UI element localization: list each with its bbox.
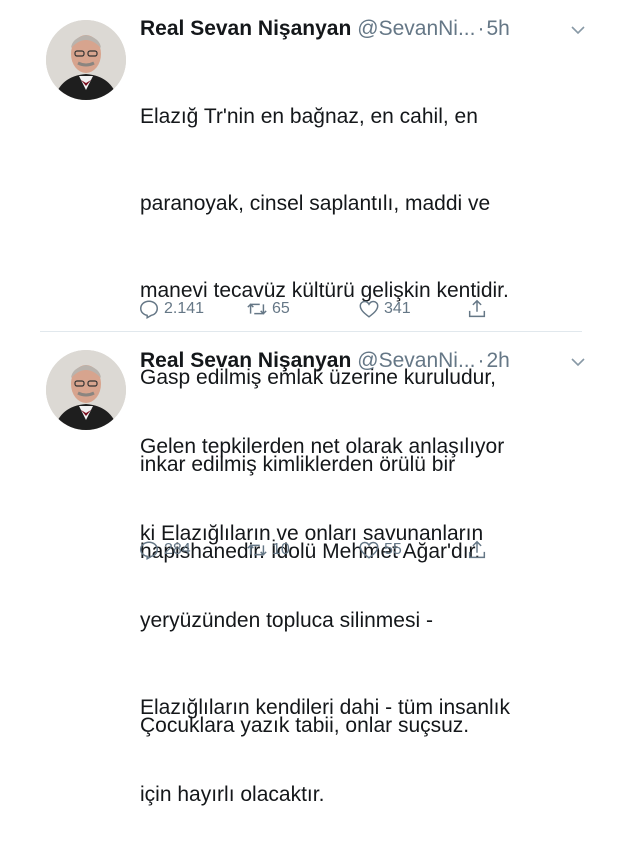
tweet-text-line: paranoyak, cinsel saplantılı, maddi ve xyxy=(140,192,491,215)
reply-button[interactable]: 2.141 xyxy=(138,297,204,321)
heart-icon xyxy=(359,541,379,559)
separator: · xyxy=(477,349,485,372)
tweet-text-line: Elazığlıların kendileri dahi - tüm insan… xyxy=(140,696,511,719)
tweet-actions: 284 10 55 xyxy=(138,538,558,562)
display-name[interactable]: Real Sevan Nişanyan xyxy=(140,17,351,40)
tweet[interactable]: Real Sevan Nişanyan @SevanNi...·5h Elazığ… xyxy=(0,0,618,737)
avatar[interactable] xyxy=(46,350,126,430)
tweet-actions: 2.141 65 341 xyxy=(138,297,558,321)
reply-button[interactable]: 284 xyxy=(138,538,191,562)
heart-icon xyxy=(359,300,379,318)
tweet-header: Real Sevan Nişanyan @SevanNi...·2h xyxy=(140,346,588,376)
like-button[interactable]: 341 xyxy=(358,297,411,321)
display-name[interactable]: Real Sevan Nişanyan xyxy=(140,349,351,372)
share-button[interactable] xyxy=(466,297,492,321)
user-handle[interactable]: @SevanNi... xyxy=(357,17,475,40)
retweet-icon xyxy=(247,544,267,556)
like-button[interactable]: 55 xyxy=(358,538,402,562)
tweet-text-line: Gelen tepkilerden net olarak anlaşılıyor xyxy=(140,435,505,458)
share-icon xyxy=(468,540,486,559)
retweet-count: 65 xyxy=(272,300,290,317)
tweet[interactable]: Real Sevan Nişanyan @SevanNi...·2h Gelen … xyxy=(0,336,618,806)
like-count: 341 xyxy=(384,300,411,317)
retweet-button[interactable]: 10 xyxy=(246,538,290,562)
chevron-down-icon[interactable] xyxy=(568,20,588,40)
tweet-header: Real Sevan Nişanyan @SevanNi...·5h xyxy=(140,14,588,44)
share-button[interactable] xyxy=(466,538,492,562)
like-count: 55 xyxy=(384,541,402,558)
reply-icon xyxy=(140,300,158,319)
tweet-text: Gelen tepkilerden net olarak anlaşılıyor… xyxy=(140,374,594,867)
tweet-text-line: için hayırlı olacaktır. xyxy=(140,783,325,806)
tweet-text-line: Elazığ Tr'nin en bağnaz, en cahil, en xyxy=(140,105,478,128)
reply-count: 2.141 xyxy=(164,300,205,317)
share-icon xyxy=(468,299,486,318)
avatar[interactable] xyxy=(46,20,126,100)
retweet-count: 10 xyxy=(272,541,290,558)
retweet-icon xyxy=(247,303,267,315)
retweet-button[interactable]: 65 xyxy=(246,297,290,321)
tweet-text-line: yeryüzünden topluca silinmesi - xyxy=(140,609,433,632)
separator: · xyxy=(477,17,485,40)
divider xyxy=(40,331,582,332)
timestamp[interactable]: 2h xyxy=(486,349,509,372)
user-handle[interactable]: @SevanNi... xyxy=(357,349,475,372)
reply-count: 284 xyxy=(164,541,191,558)
chevron-down-icon[interactable] xyxy=(568,352,588,372)
reply-icon xyxy=(140,541,158,560)
timestamp[interactable]: 5h xyxy=(486,17,509,40)
